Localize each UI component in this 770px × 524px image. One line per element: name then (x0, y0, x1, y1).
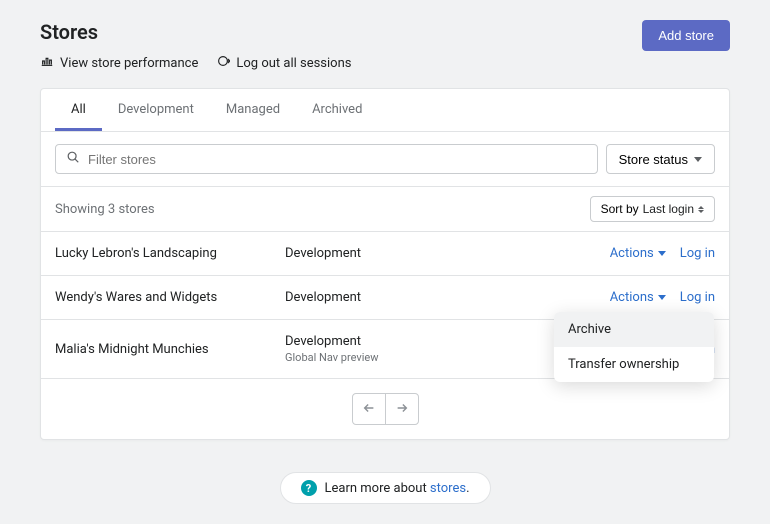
login-link[interactable]: Log in (680, 246, 715, 261)
actions-label: Actions (610, 290, 654, 305)
sort-label: Sort by (601, 202, 639, 216)
store-type: Development (285, 246, 610, 261)
chart-icon (40, 54, 54, 72)
tabs: All Development Managed Archived (41, 89, 729, 132)
sort-icon (698, 206, 704, 213)
add-store-button[interactable]: Add store (642, 20, 730, 51)
sort-button[interactable]: Sort by Last login (590, 196, 715, 222)
store-name: Malia's Midnight Munchies (55, 342, 285, 357)
tab-development[interactable]: Development (102, 89, 210, 131)
filter-search[interactable] (55, 144, 598, 174)
sort-value: Last login (643, 202, 694, 216)
store-status-filter[interactable]: Store status (606, 144, 715, 174)
footer-text: Learn more about (325, 481, 430, 496)
store-status-label: Store status (619, 152, 688, 167)
footer-suffix: . (466, 481, 469, 496)
store-type: Development (285, 290, 610, 305)
footer-link[interactable]: stores (430, 481, 466, 496)
arrow-left-icon (362, 401, 376, 418)
table-row[interactable]: Wendy's Wares and Widgets Development Ac… (41, 276, 729, 320)
help-footer: ? Learn more about stores. (280, 472, 491, 504)
chevron-down-icon (658, 295, 666, 300)
actions-label: Actions (610, 246, 654, 261)
result-count: Showing 3 stores (55, 202, 155, 217)
table-row[interactable]: Lucky Lebron's Landscaping Development A… (41, 232, 729, 276)
stores-card: All Development Managed Archived Store s… (40, 88, 730, 440)
chevron-down-icon (694, 157, 702, 162)
logout-icon (216, 54, 230, 72)
actions-dropdown: Archive Transfer ownership (554, 312, 714, 382)
search-icon (66, 150, 80, 168)
logout-sessions-label: Log out all sessions (236, 56, 351, 71)
prev-page-button[interactable] (352, 393, 386, 425)
tab-managed[interactable]: Managed (210, 89, 296, 131)
tab-archived[interactable]: Archived (296, 89, 378, 131)
logout-sessions-link[interactable]: Log out all sessions (216, 54, 351, 72)
view-performance-label: View store performance (60, 56, 198, 71)
help-icon: ? (301, 480, 317, 496)
page-title: Stores (40, 20, 351, 44)
arrow-right-icon (395, 401, 409, 418)
store-name: Lucky Lebron's Landscaping (55, 246, 285, 261)
next-page-button[interactable] (385, 393, 419, 425)
store-name: Wendy's Wares and Widgets (55, 290, 285, 305)
actions-menu-trigger[interactable]: Actions (610, 246, 666, 261)
login-link[interactable]: Log in (680, 290, 715, 305)
dropdown-archive[interactable]: Archive (554, 312, 714, 347)
view-performance-link[interactable]: View store performance (40, 54, 198, 72)
chevron-down-icon (658, 251, 666, 256)
filter-input[interactable] (80, 152, 587, 167)
pagination (41, 379, 729, 439)
dropdown-transfer-ownership[interactable]: Transfer ownership (554, 347, 714, 382)
actions-menu-trigger[interactable]: Actions (610, 290, 666, 305)
tab-all[interactable]: All (55, 89, 102, 131)
